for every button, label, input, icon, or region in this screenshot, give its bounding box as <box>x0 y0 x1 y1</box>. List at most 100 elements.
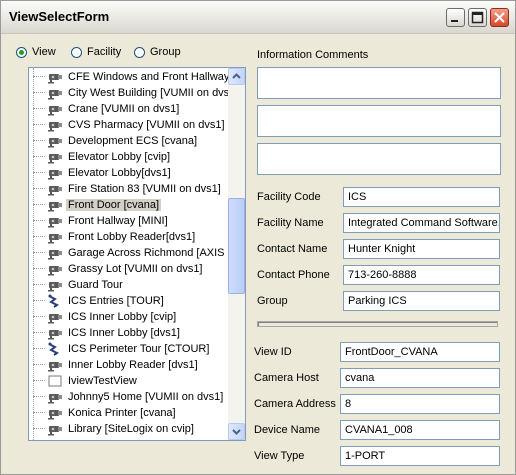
radio-group[interactable]: Group <box>134 45 181 59</box>
tree-connector <box>33 220 45 222</box>
tree-item[interactable]: Library [SiteLogix on cvip] <box>29 421 196 437</box>
device-name-label: Device Name <box>254 424 321 436</box>
tree-connector <box>33 252 45 254</box>
tree-connector <box>33 300 45 302</box>
camera-icon <box>47 262 63 276</box>
radio-group-label: Group <box>150 46 181 58</box>
camera-icon <box>47 86 63 100</box>
tree-item[interactable]: Front Door [cvana] <box>29 197 162 213</box>
tree-item-label: Development ECS [cvana] <box>68 135 198 147</box>
tree-item-label: Elevator Lobby [cvip] <box>68 151 171 163</box>
tree-item-label: Guard Tour <box>68 279 123 291</box>
radio-view[interactable]: View <box>16 45 56 59</box>
tree-connector <box>33 92 45 94</box>
radio-view-indicator[interactable] <box>16 46 27 58</box>
tree-item[interactable]: City West Building [VUMII on dvs1] <box>29 85 240 101</box>
camera-icon <box>47 166 63 180</box>
view-select-window: ViewSelectForm View Facility Group CFE W… <box>0 0 516 475</box>
group-label: Group <box>257 295 288 307</box>
tree-item[interactable]: IviewTestView <box>29 373 139 389</box>
tree-item[interactable]: Grassy Lot [VUMII on dvs1] <box>29 261 205 277</box>
view-tree[interactable]: CFE Windows and Front Hallway [c City Wes… <box>28 67 246 441</box>
tree-item[interactable]: ICS Entries [TOUR] <box>29 293 166 309</box>
tree-item-label: ICS Entries [TOUR] <box>68 295 164 307</box>
tree-item[interactable]: CVS Pharmacy [VUMII on dvs1] <box>29 117 227 133</box>
title-bar[interactable]: ViewSelectForm <box>1 1 515 34</box>
scroll-up-button[interactable] <box>228 68 245 85</box>
camera-icon <box>47 118 63 132</box>
tree-item-label: Inner Lobby Reader [dvs1] <box>68 359 198 371</box>
tree-scrollbar[interactable] <box>228 68 245 440</box>
tree-connector <box>33 108 45 110</box>
tree-item[interactable]: Crane [VUMII on dvs1] <box>29 101 181 117</box>
tree-connector <box>33 204 45 206</box>
tree-item[interactable]: Johnny5 Home [VUMII on dvs1] <box>29 389 225 405</box>
scroll-thumb[interactable] <box>228 198 245 294</box>
tree-item[interactable]: Front Lobby Reader[dvs1] <box>29 229 197 245</box>
window-title: ViewSelectForm <box>9 9 110 24</box>
tree-connector <box>33 172 45 174</box>
tree-item[interactable]: Elevator Lobby[dvs1] <box>29 165 173 181</box>
view-icon <box>47 374 63 388</box>
camera-address-field[interactable]: 8 <box>340 394 500 414</box>
view-type-field[interactable]: 1-PORT <box>340 446 500 466</box>
group-field[interactable]: Parking ICS <box>343 291 500 311</box>
close-button[interactable] <box>490 8 509 27</box>
tree-item[interactable]: Konica Printer [cvana] <box>29 405 178 421</box>
tree-item-label: ICS Inner Lobby [cvip] <box>68 311 177 323</box>
minimize-button[interactable] <box>446 8 465 27</box>
tree-item[interactable]: ICS Inner Lobby [dvs1] <box>29 325 182 341</box>
tree-connector <box>33 236 45 238</box>
facility-code-field[interactable]: ICS <box>343 187 500 207</box>
radio-view-label: View <box>32 46 56 58</box>
contact-name-field[interactable]: Hunter Knight <box>343 239 500 259</box>
tree-item-label: City West Building [VUMII on dvs1] <box>68 87 239 99</box>
comment-field-1[interactable] <box>257 67 501 99</box>
tree-item[interactable]: ICS Perimeter Tour [CTOUR] <box>29 341 211 357</box>
maximize-button[interactable] <box>468 8 487 27</box>
contact-phone-field[interactable]: 713-260-8888 <box>343 265 500 285</box>
comment-field-3[interactable] <box>257 143 501 175</box>
radio-facility[interactable]: Facility <box>71 45 121 59</box>
tree-connector <box>33 348 45 350</box>
view-id-field[interactable]: FrontDoor_CVANA <box>340 342 500 362</box>
camera-host-label: Camera Host <box>254 372 319 384</box>
tree-item[interactable]: Development ECS [cvana] <box>29 133 199 149</box>
tree-item-label: IviewTestView <box>68 375 137 387</box>
view-id-label: View ID <box>254 346 292 358</box>
camera-icon <box>47 102 63 116</box>
tree-item-label: Johnny5 Home [VUMII on dvs1] <box>68 391 224 403</box>
radio-facility-indicator[interactable] <box>71 46 82 58</box>
radio-group-indicator[interactable] <box>134 46 145 58</box>
tree-item-label: Front Lobby Reader[dvs1] <box>68 231 196 243</box>
tree-connector <box>33 428 45 430</box>
camera-icon <box>47 214 63 228</box>
comment-field-2[interactable] <box>257 105 501 137</box>
tree-item[interactable]: Inner Lobby Reader [dvs1] <box>29 357 200 373</box>
camera-address-label: Camera Address <box>254 398 336 410</box>
tree-item[interactable]: Elevator Lobby [cvip] <box>29 149 172 165</box>
tree-item[interactable]: Front Hallway [MINI] <box>29 213 170 229</box>
tree-connector <box>33 284 45 286</box>
camera-icon <box>47 198 63 212</box>
facility-name-field[interactable]: Integrated Command Software, I <box>343 213 500 233</box>
tree-connector <box>33 124 45 126</box>
tree-item[interactable]: Fire Station 83 [VUMII on dvs1] <box>29 181 223 197</box>
device-name-field[interactable]: CVANA1_008 <box>340 420 500 440</box>
tree-item[interactable]: Guard Tour <box>29 277 125 293</box>
camera-icon <box>47 150 63 164</box>
tree-connector <box>33 412 45 414</box>
tree-item[interactable]: ICS Inner Lobby [cvip] <box>29 309 178 325</box>
tree-item[interactable]: Garage Across Richmond [AXIS or <box>29 245 239 261</box>
camera-icon <box>47 310 63 324</box>
tree-connector <box>33 76 45 78</box>
tree-item-label: Crane [VUMII on dvs1] <box>68 103 180 115</box>
tree-item[interactable]: CFE Windows and Front Hallway [c <box>29 69 243 85</box>
tree-item-label: ICS Perimeter Tour [CTOUR] <box>68 343 210 355</box>
scroll-up-icon <box>232 73 241 79</box>
tour-icon <box>47 342 63 356</box>
scroll-down-button[interactable] <box>228 423 245 440</box>
camera-icon <box>47 230 63 244</box>
camera-icon <box>47 134 63 148</box>
camera-host-field[interactable]: cvana <box>340 368 500 388</box>
